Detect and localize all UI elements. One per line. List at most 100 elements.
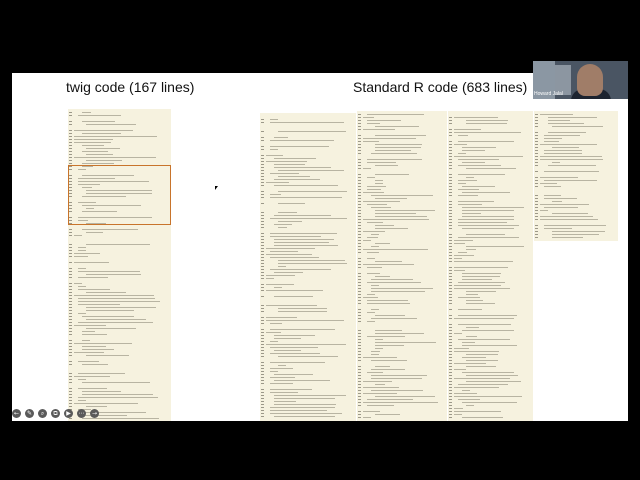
code-line <box>462 276 500 277</box>
more-options-icon[interactable]: ⋯ <box>77 408 86 418</box>
code-line <box>458 219 514 220</box>
code-line <box>458 315 517 316</box>
line-number <box>261 389 264 390</box>
line-number <box>69 406 72 407</box>
code-line <box>270 197 342 198</box>
code-line <box>367 273 380 274</box>
code-line <box>278 212 297 213</box>
participant-video[interactable]: Howard Jalal <box>533 61 628 99</box>
code-line <box>462 345 517 346</box>
code-line <box>270 368 293 369</box>
code-line <box>552 162 560 163</box>
code-line <box>82 349 114 350</box>
line-number <box>358 252 361 253</box>
line-number <box>358 315 361 316</box>
line-number <box>449 285 452 286</box>
code-line <box>363 168 371 169</box>
line-number <box>69 148 72 149</box>
line-number <box>261 257 264 258</box>
code-line <box>78 361 99 362</box>
code-line <box>458 339 510 340</box>
code-line <box>78 277 108 278</box>
code-line <box>74 139 113 140</box>
code-line <box>274 350 301 351</box>
code-line <box>375 276 390 277</box>
line-number <box>449 213 452 214</box>
code-line <box>458 309 482 310</box>
line-number <box>358 417 361 418</box>
code-line <box>74 256 88 257</box>
code-line <box>375 213 416 214</box>
code-line <box>266 332 281 333</box>
code-line <box>540 204 589 205</box>
line-number <box>261 149 264 150</box>
line-number <box>449 117 452 118</box>
line-number <box>358 243 361 244</box>
line-number <box>449 252 452 253</box>
code-line <box>266 317 297 318</box>
line-number <box>69 235 72 236</box>
line-number <box>449 399 452 400</box>
line-number <box>69 346 72 347</box>
line-number <box>358 246 361 247</box>
line-number <box>358 180 361 181</box>
line-number <box>449 243 452 244</box>
code-line <box>274 242 329 243</box>
line-number <box>358 348 361 349</box>
line-number <box>535 201 538 202</box>
line-number <box>535 225 538 226</box>
line-number <box>261 158 264 159</box>
line-number <box>358 117 361 118</box>
code-line <box>540 177 578 178</box>
code-line <box>466 123 507 124</box>
code-line <box>454 132 521 133</box>
line-number <box>358 120 361 121</box>
line-number <box>535 183 538 184</box>
line-number <box>535 207 538 208</box>
code-line <box>458 225 519 226</box>
code-line <box>74 136 157 137</box>
line-number <box>358 312 361 313</box>
code-line <box>74 343 132 344</box>
code-line <box>266 182 289 183</box>
code-line <box>458 237 519 238</box>
line-number <box>449 219 452 220</box>
line-number <box>69 394 72 395</box>
line-number <box>261 278 264 279</box>
line-number <box>69 229 72 230</box>
line-number <box>69 277 72 278</box>
line-number <box>535 171 538 172</box>
subtitles-icon[interactable]: ⧉ <box>51 408 60 418</box>
previous-arrow-icon[interactable]: ← <box>12 408 21 418</box>
zoom-icon[interactable]: ⌕ <box>38 408 47 418</box>
line-number <box>261 404 264 405</box>
line-number <box>69 160 72 161</box>
slideshow-toolbar: ← ✎ ⌕ ⧉ ▶ ⋯ → <box>12 408 99 418</box>
code-line <box>266 320 344 321</box>
line-number <box>261 239 264 240</box>
code-line <box>367 159 422 160</box>
line-number <box>261 173 264 174</box>
line-number <box>261 284 264 285</box>
code-line <box>74 352 104 353</box>
next-arrow-icon[interactable]: → <box>90 408 99 418</box>
line-number <box>449 318 452 319</box>
code-line <box>86 355 129 356</box>
line-number <box>449 342 452 343</box>
video-icon[interactable]: ▶ <box>64 408 73 418</box>
code-line <box>371 207 391 208</box>
line-number <box>449 234 452 235</box>
code-line <box>466 291 496 292</box>
line-number <box>449 384 452 385</box>
code-line <box>78 301 160 302</box>
line-number <box>69 112 72 113</box>
line-number <box>358 213 361 214</box>
code-line <box>375 147 421 148</box>
code-line <box>371 309 379 310</box>
line-number <box>358 411 361 412</box>
code-line <box>278 203 305 204</box>
twig-code-panel <box>68 109 171 421</box>
code-line <box>367 267 382 268</box>
code-line <box>363 231 385 232</box>
pen-icon[interactable]: ✎ <box>25 408 34 418</box>
